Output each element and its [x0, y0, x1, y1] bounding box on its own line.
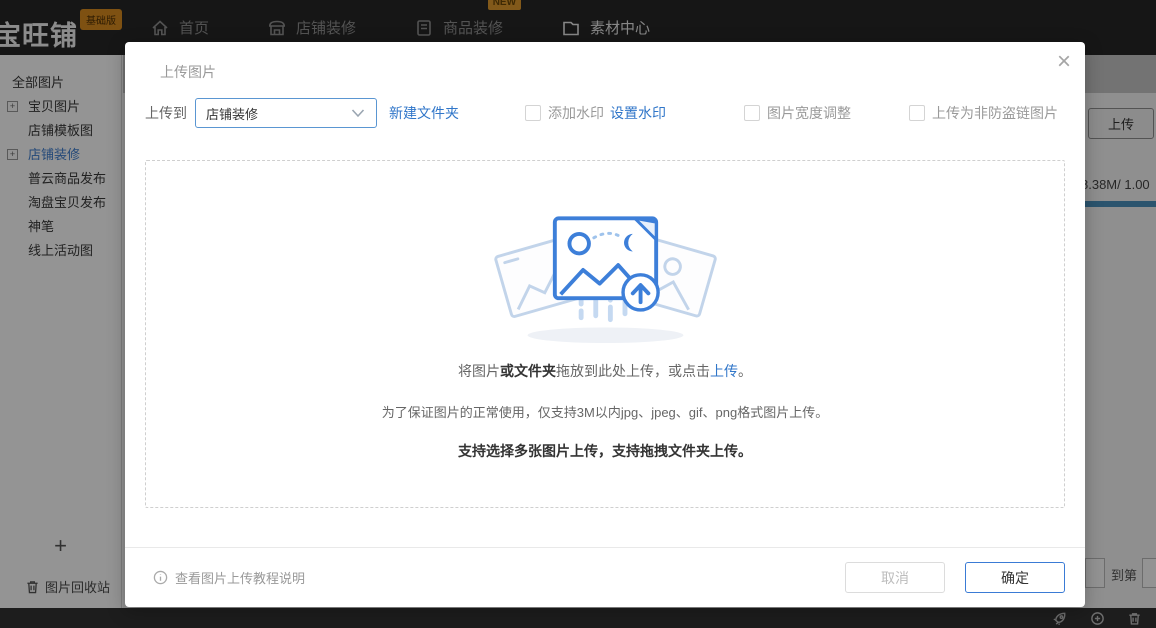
hotlink-option: 上传为非防盗链图片 — [909, 103, 1058, 123]
upload-illustration — [488, 193, 723, 345]
drag-drop-zone[interactable]: 将图片或文件夹拖放到此处上传，或点击上传。 为了保证图片的正常使用，仅支持3M以… — [145, 160, 1065, 508]
new-folder-link[interactable]: 新建文件夹 — [389, 103, 459, 123]
multi-upload-hint-line: 支持选择多张图片上传，支持拖拽文件夹上传。 — [458, 441, 752, 461]
watermark-option: 添加水印 设置水印 — [525, 103, 666, 123]
dialog-footer: 查看图片上传教程说明 取消 确定 — [125, 547, 1085, 607]
hotlink-checkbox[interactable] — [909, 105, 925, 121]
upload-image-dialog: × 上传图片 上传到 店铺装修 新建文件夹 添加水印 设置水印 图片宽度调整 上… — [125, 42, 1085, 607]
width-adjust-option: 图片宽度调整 — [744, 103, 851, 123]
upload-tutorial-label: 查看图片上传教程说明 — [175, 568, 305, 587]
upload-link[interactable]: 上传 — [710, 363, 738, 379]
info-icon — [153, 570, 168, 585]
format-hint-line: 为了保证图片的正常使用，仅支持3M以内jpg、jpeg、gif、png格式图片上… — [382, 402, 828, 421]
folder-select-value: 店铺装修 — [206, 104, 350, 123]
screen: 宝旺铺 基础版 首页 店铺装修 商品装修 NEW 素材中心 全部图片 — [0, 0, 1156, 628]
watermark-checkbox[interactable] — [525, 105, 541, 121]
hotlink-label: 上传为非防盗链图片 — [932, 103, 1058, 123]
close-icon[interactable]: × — [1057, 50, 1071, 74]
confirm-button[interactable]: 确定 — [965, 562, 1065, 593]
watermark-settings-link[interactable]: 设置水印 — [610, 103, 666, 123]
upload-to-label: 上传到 — [145, 103, 187, 123]
chevron-down-icon — [350, 105, 366, 121]
upload-tutorial-link[interactable]: 查看图片上传教程说明 — [153, 568, 305, 587]
folder-select-dropdown[interactable]: 店铺装修 — [195, 98, 377, 128]
watermark-label: 添加水印 — [548, 103, 604, 123]
width-adjust-checkbox[interactable] — [744, 105, 760, 121]
width-adjust-label: 图片宽度调整 — [767, 103, 851, 123]
drop-hint-line1: 将图片或文件夹拖放到此处上传，或点击上传。 — [458, 361, 752, 381]
dialog-title: 上传图片 — [160, 62, 216, 82]
upload-options-row: 上传到 店铺装修 新建文件夹 添加水印 设置水印 图片宽度调整 上传为非防盗链图… — [145, 98, 1065, 128]
cancel-button[interactable]: 取消 — [845, 562, 945, 593]
